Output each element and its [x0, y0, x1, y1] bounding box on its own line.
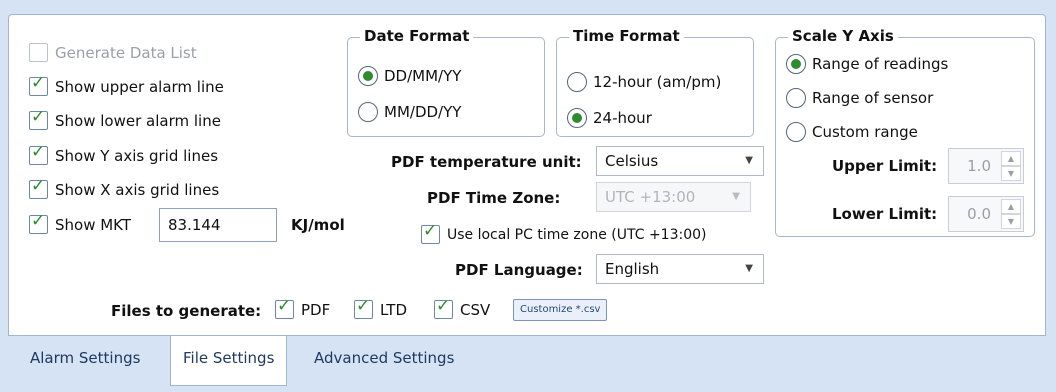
use-local-tz-label: Use local PC time zone (UTC +13:00)	[447, 227, 707, 243]
scale-range-readings-radio[interactable]	[786, 54, 806, 74]
check-icon: ✓	[31, 211, 46, 231]
file-pdf-checkbox[interactable]: ✓	[275, 296, 294, 319]
tab-bar: Alarm Settings File Settings Advanced Se…	[8, 336, 1046, 386]
file-settings-panel: Generate Data List ✓ Show upper alarm li…	[8, 14, 1046, 336]
pdf-temp-unit-select[interactable]: Celsius ▼	[596, 146, 764, 176]
file-csv-checkbox[interactable]: ✓	[434, 296, 453, 319]
tab-advanced-settings[interactable]: Advanced Settings	[302, 336, 466, 382]
use-local-tz-checkbox[interactable]: ✓	[421, 221, 440, 244]
time-format-group: Time Format 12-hour (am/pm) 24-hour	[556, 26, 754, 137]
scale-range-sensor-label: Range of sensor	[812, 89, 934, 107]
scale-range-sensor-radio[interactable]	[786, 88, 806, 108]
scale-custom-range-radio[interactable]	[786, 122, 806, 142]
time-format-24h-radio[interactable]	[567, 108, 587, 128]
check-icon: ✓	[436, 296, 451, 316]
file-csv-label: CSV	[460, 301, 491, 319]
lower-limit-label: Lower Limit:	[832, 205, 938, 223]
file-pdf-label: PDF	[301, 301, 331, 319]
generate-data-list-checkbox[interactable]	[29, 43, 48, 62]
pdf-language-value: English	[605, 260, 660, 278]
show-x-grid-label: Show X axis grid lines	[55, 181, 220, 199]
spin-up-icon[interactable]: ▲	[1001, 151, 1021, 166]
show-y-grid-label: Show Y axis grid lines	[55, 147, 219, 165]
show-lower-alarm-label: Show lower alarm line	[55, 112, 221, 130]
files-to-generate-label: Files to generate:	[111, 302, 262, 320]
file-ltd-checkbox[interactable]: ✓	[354, 296, 373, 319]
generate-data-list-label: Generate Data List	[55, 44, 197, 62]
scale-y-axis-legend: Scale Y Axis	[788, 26, 898, 46]
spin-down-icon[interactable]: ▼	[1001, 166, 1021, 181]
show-upper-alarm-checkbox[interactable]: ✓	[29, 73, 48, 96]
pdf-temp-unit-value: Celsius	[605, 152, 659, 170]
show-mkt-label: Show MKT	[55, 216, 132, 234]
tab-file-settings[interactable]: File Settings	[170, 336, 288, 386]
lower-limit-value: 0.0	[967, 205, 991, 223]
date-format-legend: Date Format	[360, 26, 474, 46]
show-upper-alarm-label: Show upper alarm line	[55, 78, 224, 96]
pdf-time-zone-value: UTC +13:00	[605, 188, 696, 206]
time-format-12h-radio[interactable]	[567, 72, 587, 92]
radio-selected-icon	[791, 59, 801, 69]
show-y-grid-checkbox[interactable]: ✓	[29, 142, 48, 165]
upper-limit-label: Upper Limit:	[832, 157, 938, 175]
check-icon: ✓	[277, 296, 292, 316]
pdf-temp-unit-label: PDF temperature unit:	[391, 153, 582, 171]
time-format-12h-label: 12-hour (am/pm)	[593, 73, 722, 91]
date-format-mmddyy-radio[interactable]	[358, 102, 378, 122]
date-format-mmddyy-label: MM/DD/YY	[384, 103, 462, 121]
radio-selected-icon	[363, 71, 373, 81]
pdf-language-select[interactable]: English ▼	[596, 254, 764, 284]
spin-down-icon[interactable]: ▼	[1001, 214, 1021, 229]
lower-limit-spinner[interactable]: 0.0 ▲ ▼	[948, 196, 1024, 232]
check-icon: ✓	[31, 142, 46, 162]
show-mkt-checkbox[interactable]: ✓	[29, 211, 48, 234]
scale-y-axis-group: Scale Y Axis Range of readings Range of …	[775, 26, 1035, 237]
file-ltd-label: LTD	[380, 301, 408, 319]
upper-limit-spinner[interactable]: 1.0 ▲ ▼	[948, 148, 1024, 184]
scale-range-readings-label: Range of readings	[812, 55, 949, 73]
chevron-down-icon: ▼	[732, 191, 740, 202]
tab-alarm-settings[interactable]: Alarm Settings	[18, 336, 152, 382]
show-lower-alarm-checkbox[interactable]: ✓	[29, 107, 48, 130]
chevron-down-icon: ▼	[745, 155, 753, 166]
check-icon: ✓	[31, 107, 46, 127]
date-format-ddmmyy-label: DD/MM/YY	[384, 67, 462, 85]
chevron-down-icon: ▼	[745, 263, 753, 274]
time-format-24h-label: 24-hour	[593, 109, 652, 127]
pdf-time-zone-label: PDF Time Zone:	[427, 189, 561, 207]
radio-selected-icon	[572, 113, 582, 123]
date-format-group: Date Format DD/MM/YY MM/DD/YY	[347, 26, 545, 137]
customize-csv-button[interactable]: Customize *.csv	[513, 299, 608, 321]
mkt-value-input[interactable]: 83.144	[159, 208, 277, 242]
date-format-ddmmyy-radio[interactable]	[358, 66, 378, 86]
scale-custom-range-label: Custom range	[812, 123, 918, 141]
check-icon: ✓	[31, 73, 46, 93]
check-icon: ✓	[31, 176, 46, 196]
spin-up-icon[interactable]: ▲	[1001, 199, 1021, 214]
pdf-time-zone-select[interactable]: UTC +13:00 ▼	[596, 182, 751, 212]
check-icon: ✓	[423, 221, 438, 241]
time-format-legend: Time Format	[569, 26, 684, 46]
show-x-grid-checkbox[interactable]: ✓	[29, 176, 48, 199]
pdf-language-label: PDF Language:	[455, 261, 583, 279]
upper-limit-value: 1.0	[967, 157, 991, 175]
check-icon: ✓	[356, 296, 371, 316]
mkt-unit-label: KJ/mol	[291, 216, 345, 234]
